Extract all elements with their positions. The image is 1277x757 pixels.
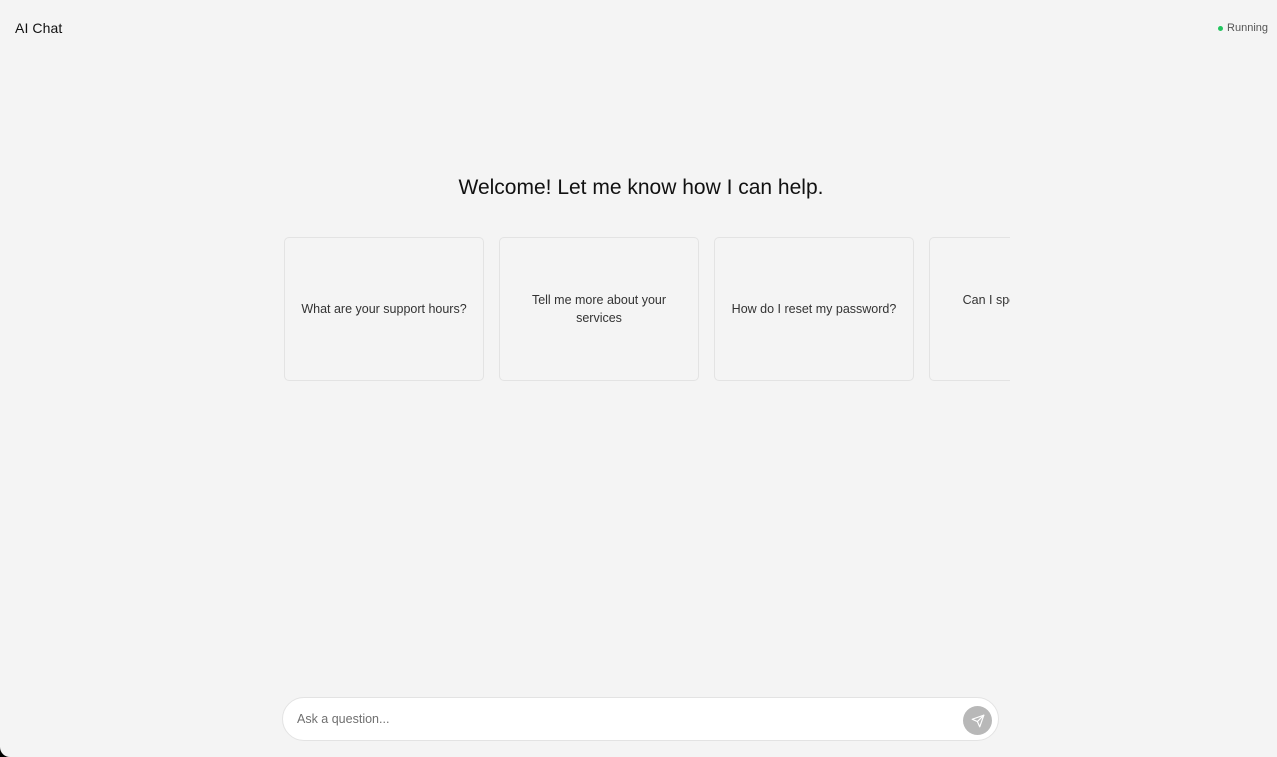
suggestion-card[interactable]: How do I reset my password? <box>714 237 914 381</box>
suggestion-text: Tell me more about your services <box>531 293 667 325</box>
welcome-heading: Welcome! Let me know how I can help. <box>458 176 824 199</box>
chat-composer <box>282 697 999 741</box>
suggestion-text: How do I reset my password? <box>731 302 897 316</box>
suggestion-text: What are your support hours? <box>301 302 467 316</box>
app-title: AI Chat <box>15 20 63 36</box>
status-indicator: Running <box>1218 21 1268 35</box>
suggestion-card[interactable]: What are your support hours? <box>284 237 484 381</box>
status-dot-icon <box>1218 25 1224 31</box>
suggestion-text: Can I speak to a human agent? <box>962 293 1010 325</box>
send-icon <box>971 714 985 728</box>
suggestion-card[interactable]: Can I speak to a human agent? <box>929 237 1010 381</box>
question-input[interactable] <box>297 698 957 740</box>
status-label: Running <box>1227 22 1268 34</box>
suggestion-carousel[interactable]: What are your support hours? Tell me mor… <box>284 237 1010 381</box>
suggestion-card[interactable]: Tell me more about your services <box>499 237 699 381</box>
app-window: AI Chat Running Welcome! Let me know how… <box>0 0 1277 757</box>
send-button[interactable] <box>963 706 992 735</box>
suggestion-track: What are your support hours? Tell me mor… <box>284 237 1010 381</box>
